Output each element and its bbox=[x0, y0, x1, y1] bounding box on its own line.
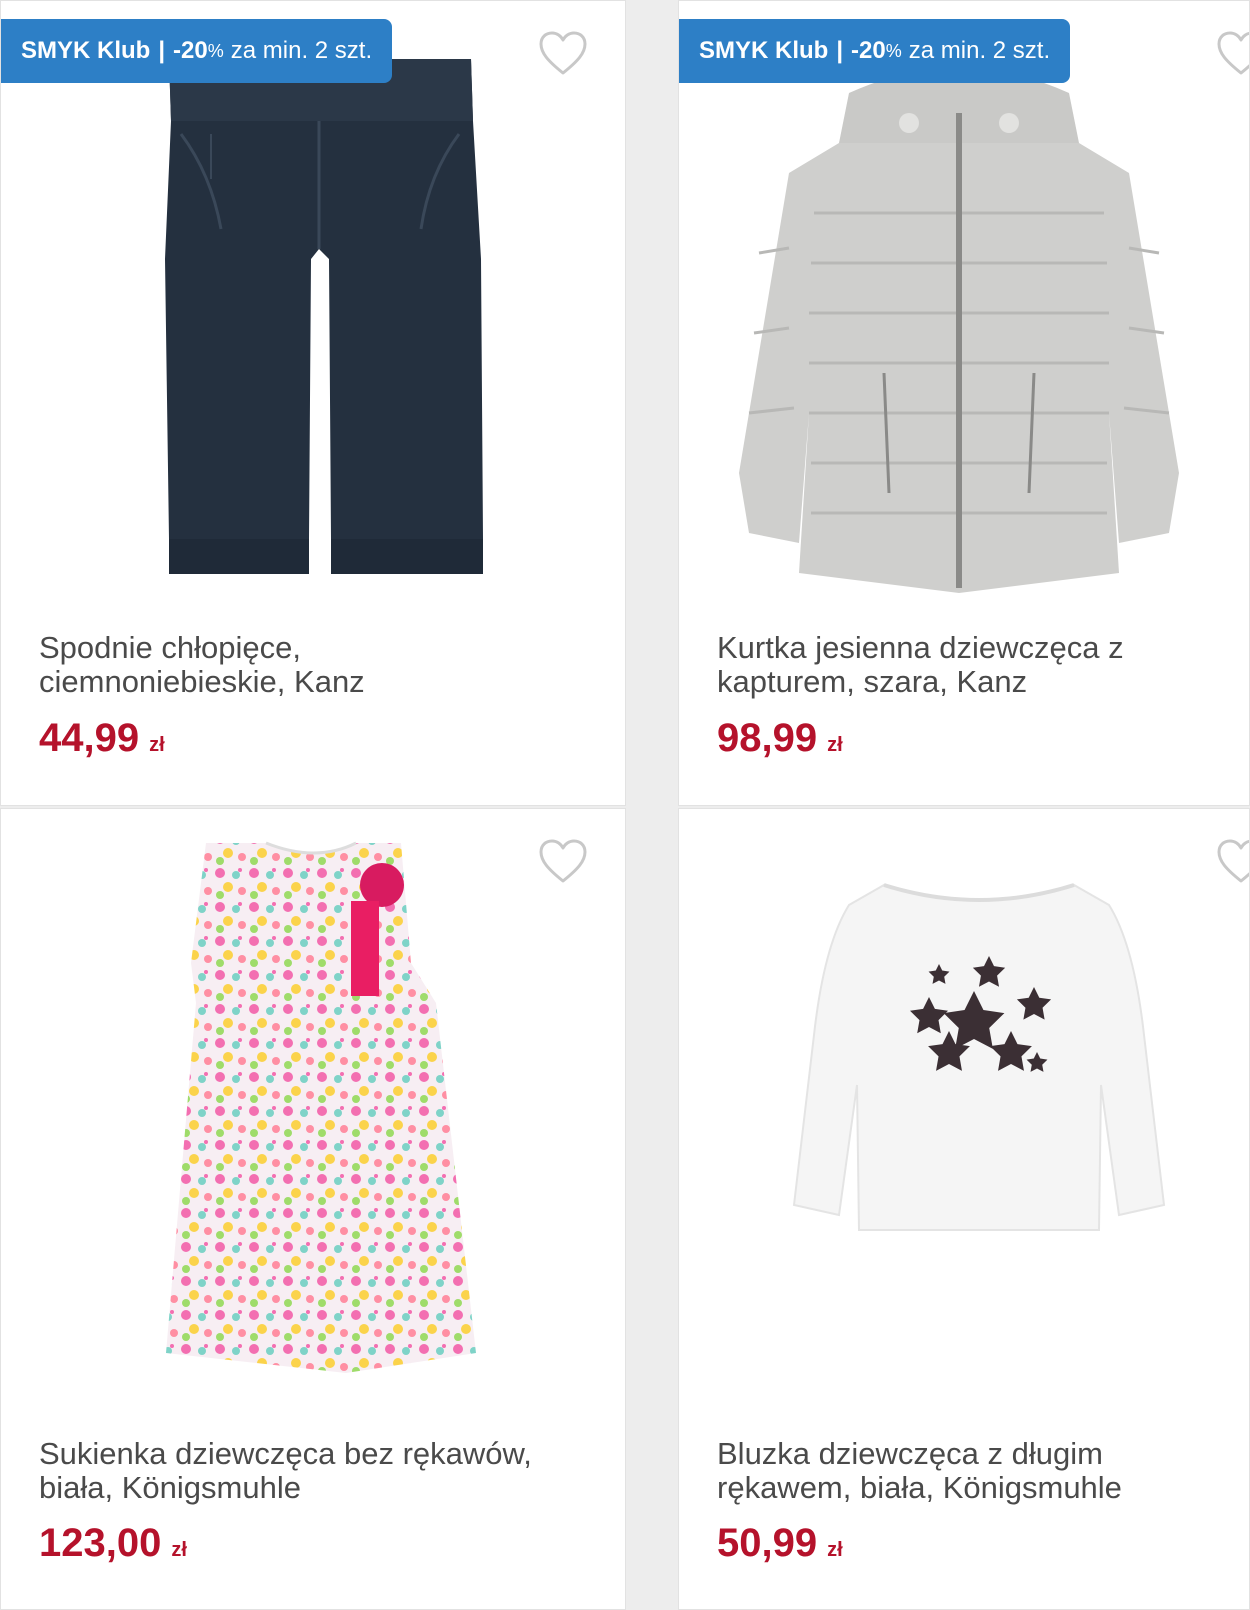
product-card[interactable]: SMYK Klub | -20 % za min. 2 szt. Spodnie… bbox=[0, 0, 626, 806]
product-title[interactable]: Spodnie chłopięce, ciemnoniebieskie, Kan… bbox=[39, 631, 599, 699]
product-card[interactable]: SMYK Klub | -20 % za min. 2 szt. Kurtka … bbox=[678, 0, 1250, 806]
product-title-line1: Bluzka dziewczęca z długim bbox=[717, 1436, 1103, 1471]
price-amount: 123,00 bbox=[39, 1521, 162, 1565]
price-currency: zł bbox=[827, 1539, 843, 1561]
promo-club-label: SMYK Klub bbox=[699, 37, 829, 64]
white-stars-blouse-image[interactable] bbox=[789, 875, 1169, 1235]
promo-badge: SMYK Klub | -20 % za min. 2 szt. bbox=[679, 19, 1071, 83]
price-currency: zł bbox=[149, 734, 165, 756]
hearts-print-dress-image[interactable] bbox=[146, 833, 486, 1393]
product-title-line1: Sukienka dziewczęca bez rękawów, bbox=[39, 1436, 532, 1471]
price-amount: 50,99 bbox=[717, 1521, 818, 1565]
promo-club-label: SMYK Klub bbox=[21, 37, 151, 64]
price-currency: zł bbox=[171, 1539, 187, 1561]
product-title-line2: biała, Königsmuhle bbox=[39, 1470, 301, 1505]
price-amount: 44,99 bbox=[39, 716, 140, 760]
heart-outline-icon[interactable] bbox=[1216, 31, 1250, 77]
promo-discount: -20 bbox=[173, 37, 208, 64]
promo-terms: za min. 2 szt. bbox=[230, 37, 373, 64]
product-card[interactable]: Bluzka dziewczęca z długim rękawem, biał… bbox=[678, 808, 1250, 1610]
price-currency: zł bbox=[827, 734, 843, 756]
promo-separator: | bbox=[158, 37, 166, 64]
product-title-line2: rękawem, biała, Königsmuhle bbox=[717, 1470, 1122, 1505]
promo-discount: -20 bbox=[851, 37, 886, 64]
product-title[interactable]: Bluzka dziewczęca z długim rękawem, biał… bbox=[717, 1436, 1249, 1505]
heart-outline-icon[interactable] bbox=[1216, 839, 1250, 885]
product-title[interactable]: Kurtka jesienna dziewczęca z kapturem, s… bbox=[717, 630, 1249, 699]
promo-badge: SMYK Klub | -20 % za min. 2 szt. bbox=[1, 19, 393, 83]
navy-trousers-image[interactable] bbox=[151, 39, 491, 579]
grey-puffer-jacket-image[interactable] bbox=[719, 53, 1199, 593]
promo-separator: | bbox=[836, 37, 844, 64]
price-amount: 98,99 bbox=[717, 716, 818, 760]
promo-percent: % bbox=[885, 40, 902, 61]
product-title-line2: kapturem, szara, Kanz bbox=[717, 664, 1028, 699]
product-card[interactable]: Sukienka dziewczęca bez rękawów, biała, … bbox=[0, 808, 626, 1610]
promo-terms: za min. 2 szt. bbox=[908, 37, 1051, 64]
product-price: 123,00 zł bbox=[39, 1521, 187, 1566]
product-title-line1: Spodnie chłopięce, bbox=[39, 630, 301, 665]
heart-outline-icon[interactable] bbox=[538, 31, 588, 77]
product-title-line2: ciemnoniebieskie, Kanz bbox=[39, 664, 365, 699]
product-price: 98,99 zł bbox=[717, 716, 843, 761]
product-price: 44,99 zł bbox=[39, 716, 165, 761]
heart-outline-icon[interactable] bbox=[538, 839, 588, 885]
product-price: 50,99 zł bbox=[717, 1521, 843, 1566]
promo-percent: % bbox=[207, 40, 224, 61]
product-title[interactable]: Sukienka dziewczęca bez rękawów, biała, … bbox=[39, 1437, 599, 1505]
product-title-line1: Kurtka jesienna dziewczęca z bbox=[717, 630, 1124, 665]
